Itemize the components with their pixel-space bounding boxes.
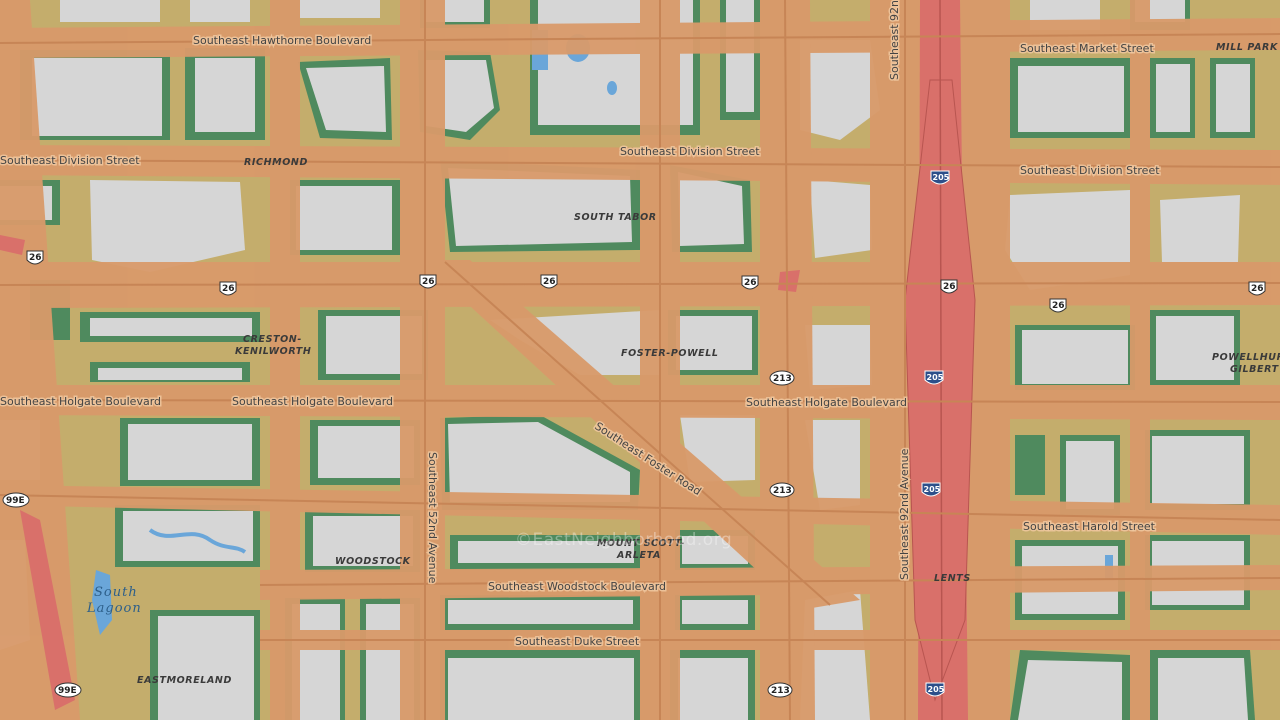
street-label: Southeast 92nd Avenue [898, 448, 911, 580]
neighborhood-label: POWELLHURST- [1212, 352, 1280, 363]
street-label: Southeast Woodstock Boulevard [488, 580, 666, 593]
noise-map[interactable]: Southeast Hawthorne Boulevard Southeast … [0, 0, 1280, 720]
svg-text:26: 26 [222, 284, 235, 294]
water-label: Lagoon [86, 601, 142, 616]
neighborhood-label: GILBERT [1230, 364, 1280, 375]
svg-text:205: 205 [924, 485, 941, 494]
state-route-shield-icon: 99E [2, 492, 30, 508]
neighborhood-label: MILL PARK [1216, 42, 1278, 53]
us-highway-shield-icon: 26 [1049, 298, 1067, 313]
street-label: Southeast Holgate Boulevard [232, 395, 393, 408]
svg-text:205: 205 [928, 685, 945, 694]
svg-text:26: 26 [543, 277, 556, 287]
svg-text:213: 213 [771, 686, 790, 696]
neighborhood-label: RICHMOND [244, 157, 308, 168]
neighborhood-label: EASTMORELAND [137, 675, 232, 686]
us-highway-shield-icon: 26 [26, 250, 44, 265]
street-label: Southeast Holgate Boulevard [746, 396, 907, 409]
street-label: Southeast Division Street [0, 154, 140, 167]
street-label: Southeast 92nd Avenue [888, 0, 901, 80]
neighborhood-label: LENTS [934, 573, 971, 584]
neighborhood-label: CRESTON- [243, 334, 302, 345]
interstate-shield-icon: 205 [921, 482, 941, 497]
street-label: Southeast Duke Street [515, 635, 640, 648]
interstate-shield-icon: 205 [930, 170, 950, 185]
water-label: South [94, 585, 138, 600]
svg-text:213: 213 [773, 374, 792, 384]
interstate-shield-icon: 205 [924, 370, 944, 385]
state-route-shield-icon: 213 [767, 682, 793, 698]
us-highway-shield-icon: 26 [940, 279, 958, 294]
svg-text:26: 26 [1251, 284, 1264, 294]
us-highway-shield-icon: 26 [741, 275, 759, 290]
state-route-shield-icon: 213 [769, 482, 795, 498]
watermark: ©EastNeighborhood.org [515, 530, 732, 550]
svg-text:205: 205 [933, 173, 950, 182]
street-label: Southeast Harold Street [1023, 520, 1156, 533]
svg-text:99E: 99E [6, 496, 25, 506]
street-label: Southeast Market Street [1020, 42, 1154, 55]
neighborhood-label: FOSTER-POWELL [621, 348, 719, 359]
svg-text:205: 205 [927, 373, 944, 382]
svg-text:26: 26 [1052, 301, 1065, 311]
street-label: Southeast 52nd Avenue [426, 452, 439, 584]
street-label: Southeast Hawthorne Boulevard [193, 34, 371, 47]
state-route-shield-icon: 99E [54, 682, 82, 698]
neighborhood-label: KENILWORTH [235, 346, 311, 357]
state-route-shield-icon: 213 [769, 370, 795, 386]
svg-text:26: 26 [422, 277, 435, 287]
svg-text:213: 213 [773, 486, 792, 496]
neighborhood-label: ARLETA [616, 550, 661, 561]
us-highway-shield-icon: 26 [219, 281, 237, 296]
us-highway-shield-icon: 26 [1248, 281, 1266, 296]
neighborhood-label: WOODSTOCK [335, 556, 411, 567]
svg-text:26: 26 [29, 253, 42, 263]
interstate-shield-icon: 205 [925, 682, 945, 697]
street-label: Southeast Division Street [620, 145, 760, 158]
street-label: Southeast Holgate Boulevard [0, 395, 161, 408]
neighborhood-label: SOUTH TABOR [574, 212, 657, 223]
us-highway-shield-icon: 26 [540, 274, 558, 289]
street-label: Southeast Division Street [1020, 164, 1160, 177]
svg-text:26: 26 [943, 282, 956, 292]
us-highway-shield-icon: 26 [419, 274, 437, 289]
map-canvas[interactable]: Southeast Hawthorne Boulevard Southeast … [0, 0, 1280, 720]
svg-text:99E: 99E [58, 686, 77, 696]
water-labels: South Lagoon [86, 585, 142, 616]
svg-text:26: 26 [744, 278, 757, 288]
